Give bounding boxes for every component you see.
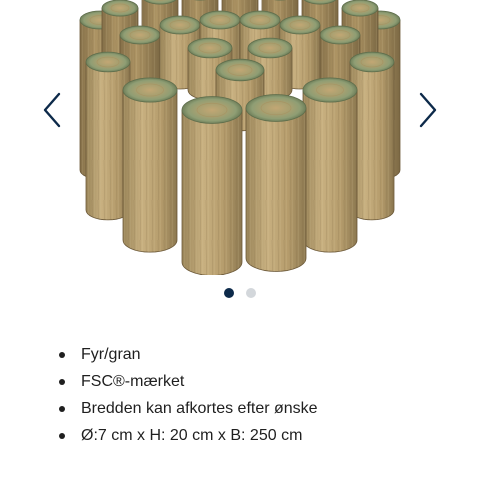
feature-item: Bredden kan afkortes efter ønske (56, 398, 318, 425)
image-gallery (0, 0, 480, 310)
wood-log (122, 77, 178, 253)
feature-text: Fyr/gran (81, 346, 141, 363)
feature-text: Bredden kan afkortes efter ønske (81, 400, 318, 417)
next-slide-button[interactable] (410, 88, 446, 132)
bullet-dot (59, 433, 65, 439)
previous-slide-button[interactable] (34, 88, 70, 132)
bullet-dot (59, 379, 65, 385)
feature-item: Ø:7 cm x H: 20 cm x B: 250 cm (56, 425, 318, 452)
feature-item: Fyr/gran (56, 344, 318, 371)
wood-log (302, 77, 358, 253)
feature-item: FSC®-mærket (56, 371, 318, 398)
wood-log (245, 94, 307, 272)
chevron-left-icon (43, 92, 61, 128)
product-image[interactable] (60, 0, 420, 275)
product-page: Fyr/gran FSC®-mærket Bredden kan afkorte… (0, 0, 480, 480)
chevron-right-icon (419, 92, 437, 128)
feature-text: FSC®-mærket (81, 373, 185, 390)
slide-indicator (0, 288, 480, 298)
wood-log (181, 96, 243, 275)
slide-dot-2[interactable] (246, 288, 256, 298)
slide-dot-1[interactable] (224, 288, 234, 298)
bullet-dot (59, 406, 65, 412)
feature-list: Fyr/gran FSC®-mærket Bredden kan afkorte… (56, 344, 318, 452)
feature-text: Ø:7 cm x H: 20 cm x B: 250 cm (81, 427, 303, 444)
bullet-dot (59, 352, 65, 358)
